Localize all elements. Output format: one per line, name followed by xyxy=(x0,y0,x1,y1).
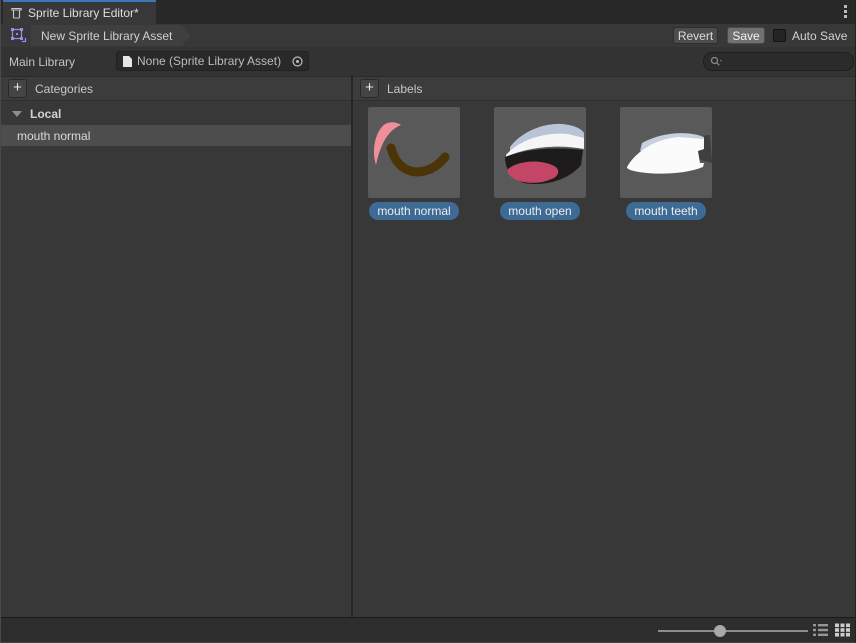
auto-save-checkbox[interactable] xyxy=(773,29,786,42)
slider-track[interactable] xyxy=(658,630,808,632)
save-button[interactable]: Save xyxy=(727,27,765,44)
category-label: mouth normal xyxy=(17,129,90,143)
sprite-thumbnail-mouth-open[interactable] xyxy=(494,107,586,198)
label-pill-mouth-normal[interactable]: mouth normal xyxy=(369,202,458,220)
label-pill-text: mouth teeth xyxy=(634,204,697,218)
labels-header: + Labels xyxy=(353,76,856,101)
tab-bar: Sprite Library Editor* xyxy=(1,0,856,24)
object-field-value: None (Sprite Library Asset) xyxy=(137,54,287,68)
thumbnail-size-slider[interactable] xyxy=(658,618,808,643)
label-cell-mouth-teeth: mouth teeth xyxy=(620,107,712,220)
labels-grid: mouth normal mouth open xyxy=(368,107,712,220)
categories-panel: Local mouth normal xyxy=(1,101,351,617)
list-view-icon[interactable] xyxy=(813,623,828,637)
toolbar: New Sprite Library Asset Revert Save Aut… xyxy=(1,24,856,47)
search-field[interactable] xyxy=(703,52,854,71)
asset-file-icon xyxy=(122,55,133,68)
categories-title: Categories xyxy=(35,82,93,96)
label-cell-mouth-open: mouth open xyxy=(494,107,586,220)
bottom-bar xyxy=(1,617,856,643)
search-input[interactable] xyxy=(726,55,847,69)
save-label: Save xyxy=(732,29,759,43)
add-category-button[interactable]: + xyxy=(8,79,27,98)
sprite-library-asset-icon xyxy=(10,27,27,44)
label-pill-mouth-teeth[interactable]: mouth teeth xyxy=(626,202,705,220)
sprite-library-editor-window: Sprite Library Editor* New Sprite Librar… xyxy=(0,0,856,643)
grid-view-icon[interactable] xyxy=(835,623,850,637)
categories-header: + Categories xyxy=(1,76,351,101)
label-cell-mouth-normal: mouth normal xyxy=(368,107,460,220)
breadcrumb-new-sprite-library-asset[interactable]: New Sprite Library Asset xyxy=(31,25,190,46)
tab-sprite-library-editor[interactable]: Sprite Library Editor* xyxy=(3,0,156,24)
local-foldout[interactable]: Local xyxy=(1,103,351,124)
main-library-object-field[interactable]: None (Sprite Library Asset) xyxy=(116,51,309,71)
revert-button[interactable]: Revert xyxy=(673,27,718,44)
sprite-library-icon xyxy=(10,7,23,20)
add-label-button[interactable]: + xyxy=(360,79,379,98)
main-library-label: Main Library xyxy=(9,55,75,69)
tab-title: Sprite Library Editor* xyxy=(28,6,139,20)
sprite-thumbnail-mouth-normal[interactable] xyxy=(368,107,460,198)
panels: + Categories + Labels Local mouth normal xyxy=(1,76,856,617)
revert-label: Revert xyxy=(678,29,713,43)
sprite-thumbnail-mouth-teeth[interactable] xyxy=(620,107,712,198)
label-pill-mouth-open[interactable]: mouth open xyxy=(500,202,579,220)
breadcrumb-label: New Sprite Library Asset xyxy=(41,29,172,43)
object-picker-icon[interactable] xyxy=(291,55,304,68)
pane-menu-kebab-icon[interactable] xyxy=(844,5,848,18)
auto-save-label: Auto Save xyxy=(792,29,847,43)
label-pill-text: mouth open xyxy=(508,204,571,218)
foldout-arrow-icon xyxy=(12,111,22,117)
labels-panel: mouth normal mouth open xyxy=(353,101,856,617)
slider-thumb[interactable] xyxy=(714,625,726,637)
main-library-row: Main Library None (Sprite Library Asset) xyxy=(1,47,856,76)
label-pill-text: mouth normal xyxy=(377,204,450,218)
search-icon xyxy=(710,56,723,67)
labels-title: Labels xyxy=(387,82,422,96)
category-row-mouth-normal[interactable]: mouth normal xyxy=(1,125,351,146)
local-foldout-label: Local xyxy=(30,107,61,121)
